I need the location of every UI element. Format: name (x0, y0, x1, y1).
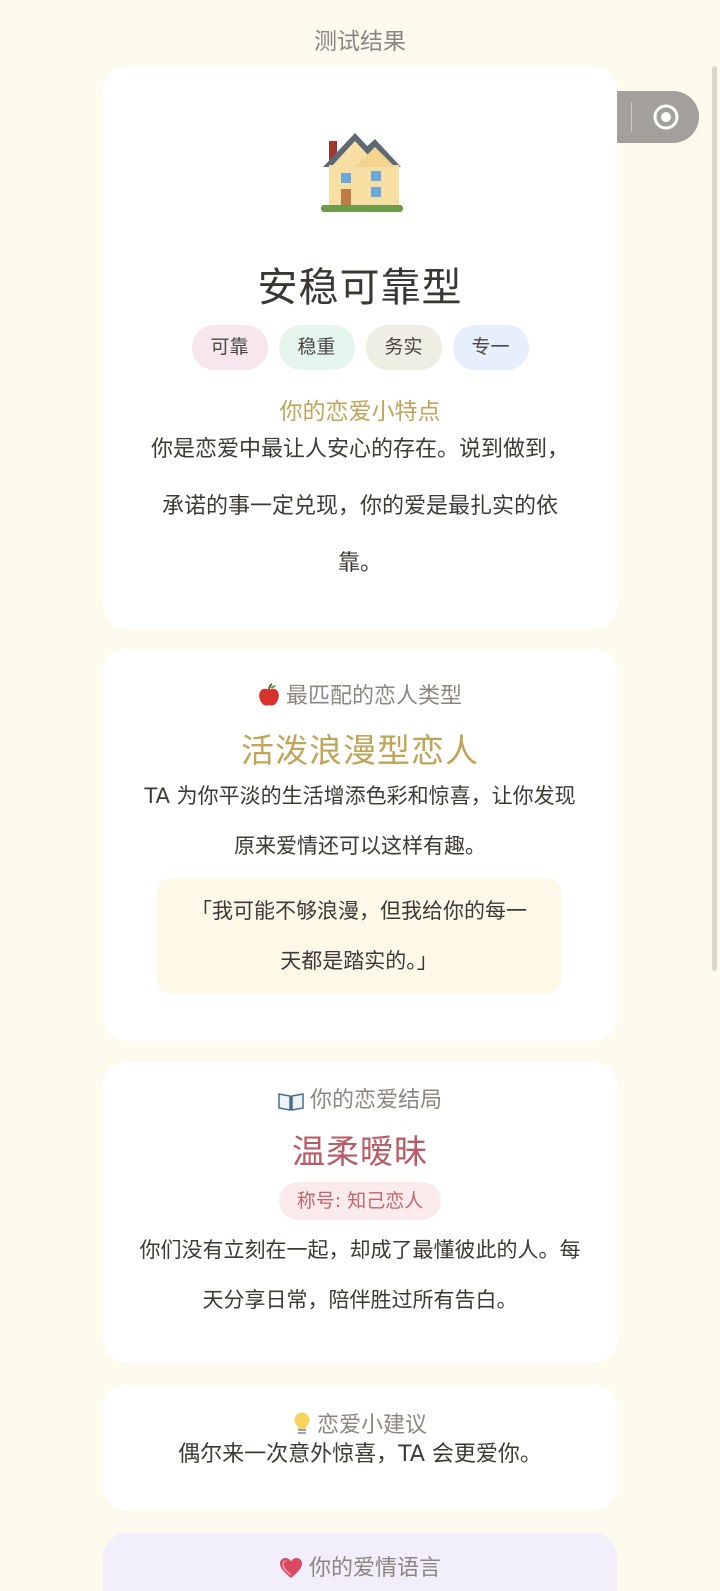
book-icon (278, 1093, 304, 1111)
match-card: 最匹配的恋人类型 活泼浪漫型恋人 TA 为你平淡的生活增添色彩和惊喜，让你发现原… (103, 649, 617, 1041)
match-label: 最匹配的恋人类型 (103, 678, 617, 710)
result-card: 安稳可靠型 可靠 稳重 务实 专一 你的恋爱小特点 你是恋爱中最让人安心的存在。… (103, 67, 617, 628)
heart-icon (279, 1558, 302, 1578)
ending-title: 温柔暧昧 (292, 1132, 428, 1171)
apple-icon (259, 683, 279, 706)
advice-card: 恋爱小建议 偶尔来一次意外惊喜，TA 会更爱你。 (103, 1385, 617, 1510)
page-title: 测试结果 (314, 29, 406, 55)
tag-steady: 稳重 (278, 325, 355, 370)
ending-card: 你的恋爱结局 温柔暧昧 称号: 知己恋人 你们没有立刻在一起，却成了最懂彼此的人… (103, 1062, 617, 1363)
advice-text: 偶尔来一次意外惊喜，TA 会更爱你。 (178, 1442, 542, 1467)
ending-label-text: 你的恋爱结局 (309, 1088, 442, 1113)
trait-tags: 可靠 稳重 务实 专一 (103, 325, 617, 370)
match-label-text: 最匹配的恋人类型 (285, 684, 462, 709)
love-language-label: 你的爱情语言 (103, 1550, 617, 1582)
match-quote: 「我可能不够浪漫，但我给你的每一天都是踏实的。」 (157, 878, 561, 994)
ending-description: 你们没有立刻在一起，却成了最懂彼此的人。每天分享日常，陪伴胜过所有告白。 (139, 1238, 581, 1312)
love-language-card: 你的爱情语言 (103, 1533, 617, 1591)
match-title: 活泼浪漫型恋人 (241, 731, 479, 770)
ending-label: 你的恋爱结局 (103, 1082, 617, 1114)
tag-practical: 务实 (365, 325, 442, 370)
love-language-label-text: 你的爱情语言 (308, 1556, 441, 1581)
result-title: 安稳可靠型 (257, 265, 463, 311)
target-close-icon (653, 104, 678, 130)
result-description: 你是恋爱中最让人安心的存在。说到做到，承诺的事一定兑现，你的爱是最扎实的依靠。 (150, 437, 569, 576)
tag-reliable: 可靠 (191, 325, 268, 370)
house-icon (321, 133, 403, 212)
tag-devoted: 专一 (452, 325, 529, 370)
scrollbar[interactable] (712, 66, 717, 971)
close-button[interactable] (632, 91, 699, 143)
match-description: TA 为你平淡的生活增添色彩和惊喜，让你发现原来爱情还可以这样有趣。 (144, 784, 576, 858)
title-badge: 称号: 知己恋人 (279, 1182, 441, 1220)
